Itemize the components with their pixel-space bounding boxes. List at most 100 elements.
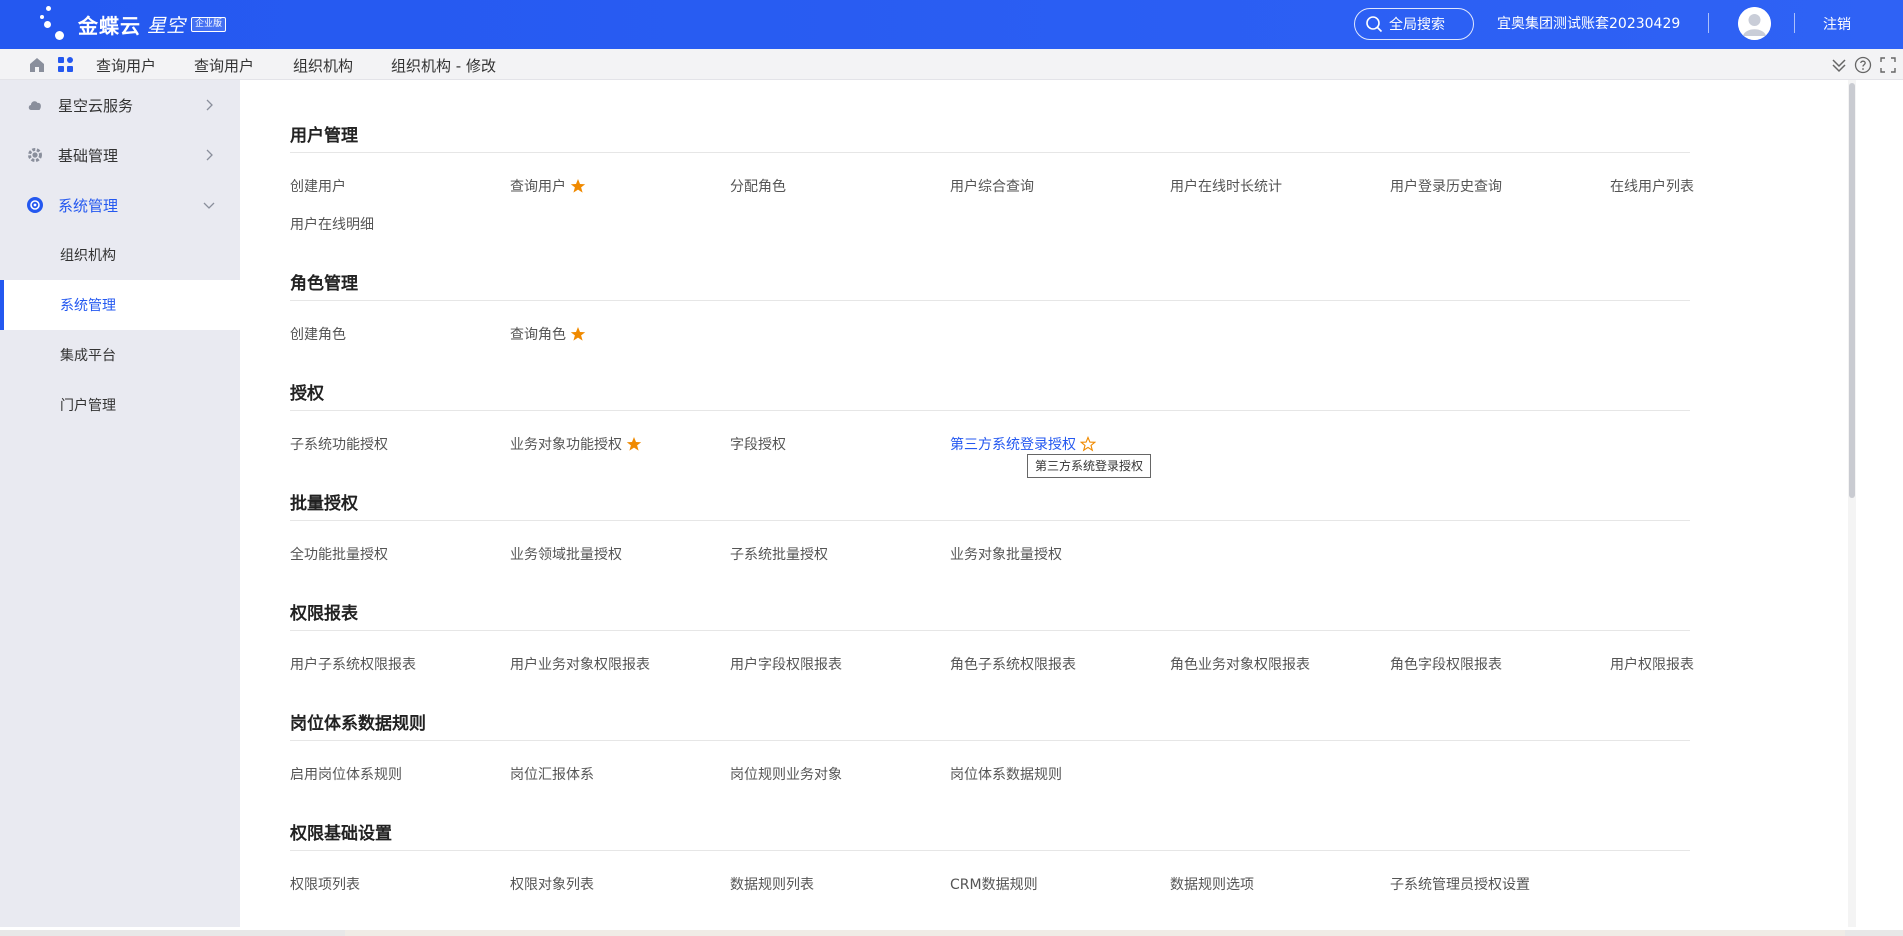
link-user-business-object-report[interactable]: 用户业务对象权限报表 (510, 654, 650, 674)
sidebar-subitem-integration-platform[interactable]: 集成平台 (0, 330, 240, 380)
link-subsystem-function-auth[interactable]: 子系统功能授权 (290, 434, 388, 454)
logout-button[interactable]: 注销 (1823, 14, 1851, 34)
section-user-management: 用户管理 创建用户 查询用户 分配角色 用户综合查询 用户在线时长统计 用户登录… (290, 121, 1694, 241)
user-avatar-icon (1738, 7, 1771, 40)
section-role-management: 角色管理 创建角色 查询角色 (290, 269, 1690, 349)
sidebar-subitem-system-management[interactable]: 系统管理 (0, 280, 240, 330)
global-search-label: 全局搜索 (1389, 17, 1445, 33)
logo-text: 金蝶云 (78, 13, 141, 38)
link-role-field-report[interactable]: 角色字段权限报表 (1390, 654, 1502, 674)
chevron-right-icon (206, 99, 213, 111)
link-permission-object-list[interactable]: 权限对象列表 (510, 874, 594, 894)
account-name[interactable]: 宜奥集团测试账套20230429 (1497, 13, 1680, 33)
sidebar-item-cloud-service[interactable]: 星空云服务 (0, 80, 240, 130)
link-role-subsystem-report[interactable]: 角色子系统权限报表 (950, 654, 1076, 674)
link-create-role[interactable]: 创建角色 (290, 324, 346, 344)
sidebar-subitem-portal-management[interactable]: 门户管理 (0, 380, 240, 430)
help-icon[interactable] (1854, 56, 1872, 74)
divider (290, 740, 1690, 741)
divider (1794, 13, 1795, 33)
link-enable-position-rules[interactable]: 启用岗位体系规则 (290, 764, 402, 784)
link-permission-item-list[interactable]: 权限项列表 (290, 874, 360, 894)
section-title: 权限基础设置 (290, 824, 392, 844)
link-query-user[interactable]: 查询用户 (510, 176, 586, 196)
fullscreen-icon[interactable] (1879, 56, 1897, 74)
global-search-button[interactable]: 全局搜索 (1354, 8, 1474, 40)
section-authorization: 授权 子系统功能授权 业务对象功能授权 字段授权 第三方系统登录授权 (290, 379, 1690, 459)
sidebar-subitem-organization[interactable]: 组织机构 (0, 230, 240, 280)
tab-query-user-2[interactable]: 查询用户 (194, 55, 254, 76)
link-create-user[interactable]: 创建用户 (290, 176, 346, 196)
link-business-object-function-auth[interactable]: 业务对象功能授权 (510, 434, 642, 454)
tab-organization-edit[interactable]: 组织机构 - 修改 (391, 55, 496, 76)
tooltip: 第三方系统登录授权 (1027, 454, 1151, 478)
sidebar: 星空云服务 基础管理 系统管理 组织机构 系统管理 集成平台 门户管理 (0, 80, 240, 927)
link-user-comprehensive-query[interactable]: 用户综合查询 (950, 176, 1034, 196)
section-title: 角色管理 (290, 274, 358, 294)
section-title: 授权 (290, 384, 324, 404)
tab-organization[interactable]: 组织机构 (293, 55, 353, 76)
tab-query-user[interactable]: 查询用户 (96, 55, 156, 76)
main-content: 用户管理 创建用户 查询用户 分配角色 用户综合查询 用户在线时长统计 用户登录… (240, 80, 1903, 927)
sidebar-item-basic-management[interactable]: 基础管理 (0, 130, 240, 180)
link-online-user-list[interactable]: 在线用户列表 (1610, 176, 1694, 196)
link-business-object-batch-auth[interactable]: 业务对象批量授权 (950, 544, 1062, 564)
system-icon (26, 196, 44, 214)
link-user-online-duration[interactable]: 用户在线时长统计 (1170, 176, 1282, 196)
divider (290, 152, 1690, 153)
star-outline-icon[interactable] (1080, 436, 1096, 452)
link-subsystem-admin-auth-settings[interactable]: 子系统管理员授权设置 (1390, 874, 1530, 894)
divider (290, 630, 1690, 631)
section-permission-reports: 权限报表 用户子系统权限报表 用户业务对象权限报表 用户字段权限报表 角色子系统… (290, 599, 1694, 679)
star-filled-icon[interactable] (626, 436, 642, 452)
vertical-scrollbar-thumb[interactable] (1849, 83, 1855, 498)
link-position-rule-business-object[interactable]: 岗位规则业务对象 (730, 764, 842, 784)
link-user-field-report[interactable]: 用户字段权限报表 (730, 654, 842, 674)
divider (290, 300, 1690, 301)
link-data-rule-list[interactable]: 数据规则列表 (730, 874, 814, 894)
home-icon[interactable] (27, 55, 47, 75)
divider (290, 850, 1690, 851)
link-query-role[interactable]: 查询角色 (510, 324, 586, 344)
link-crm-data-rules[interactable]: CRM数据规则 (950, 874, 1038, 894)
link-user-online-detail[interactable]: 用户在线明细 (290, 214, 374, 234)
sidebar-item-label: 系统管理 (58, 196, 119, 215)
cloud-icon (26, 96, 44, 114)
logo[interactable]: 金蝶云 星空 企业版 (40, 6, 227, 42)
search-icon (1366, 16, 1383, 33)
star-filled-icon[interactable] (570, 178, 586, 194)
link-all-function-batch-auth[interactable]: 全功能批量授权 (290, 544, 388, 564)
link-position-data-rules[interactable]: 岗位体系数据规则 (950, 764, 1062, 784)
section-title: 用户管理 (290, 126, 358, 146)
link-assign-role[interactable]: 分配角色 (730, 176, 786, 196)
link-user-subsystem-report[interactable]: 用户子系统权限报表 (290, 654, 416, 674)
link-field-auth[interactable]: 字段授权 (730, 434, 786, 454)
link-position-reporting-system[interactable]: 岗位汇报体系 (510, 764, 594, 784)
section-title: 岗位体系数据规则 (290, 714, 426, 734)
divider (290, 520, 1690, 521)
sidebar-item-system-management[interactable]: 系统管理 (0, 180, 240, 230)
apps-icon[interactable] (56, 55, 76, 75)
tab-bar: 查询用户 查询用户 组织机构 组织机构 - 修改 (0, 49, 1903, 80)
sidebar-item-label: 基础管理 (58, 146, 119, 165)
section-title: 权限报表 (290, 604, 358, 624)
section-position-data-rules: 岗位体系数据规则 启用岗位体系规则 岗位汇报体系 岗位规则业务对象 岗位体系数据… (290, 709, 1690, 789)
avatar[interactable] (1738, 7, 1771, 40)
divider (1708, 13, 1709, 33)
chevron-right-icon (206, 149, 213, 161)
gear-icon (26, 146, 44, 164)
chevron-double-down-icon[interactable] (1830, 56, 1848, 74)
link-third-party-login-auth[interactable]: 第三方系统登录授权 (950, 434, 1096, 454)
section-title: 批量授权 (290, 494, 358, 514)
link-user-login-history[interactable]: 用户登录历史查询 (1390, 176, 1502, 196)
star-filled-icon[interactable] (570, 326, 586, 342)
top-bar: 金蝶云 星空 企业版 全局搜索 宜奥集团测试账套20230429 注销 (0, 0, 1903, 49)
link-user-permission-report[interactable]: 用户权限报表 (1610, 654, 1694, 674)
link-business-domain-batch-auth[interactable]: 业务领域批量授权 (510, 544, 622, 564)
divider (290, 410, 1690, 411)
link-role-business-object-report[interactable]: 角色业务对象权限报表 (1170, 654, 1310, 674)
link-data-rule-options[interactable]: 数据规则选项 (1170, 874, 1254, 894)
link-subsystem-batch-auth[interactable]: 子系统批量授权 (730, 544, 828, 564)
logo-sub: 星空 (147, 14, 186, 37)
horizontal-scrollbar-thumb[interactable] (345, 930, 1845, 936)
